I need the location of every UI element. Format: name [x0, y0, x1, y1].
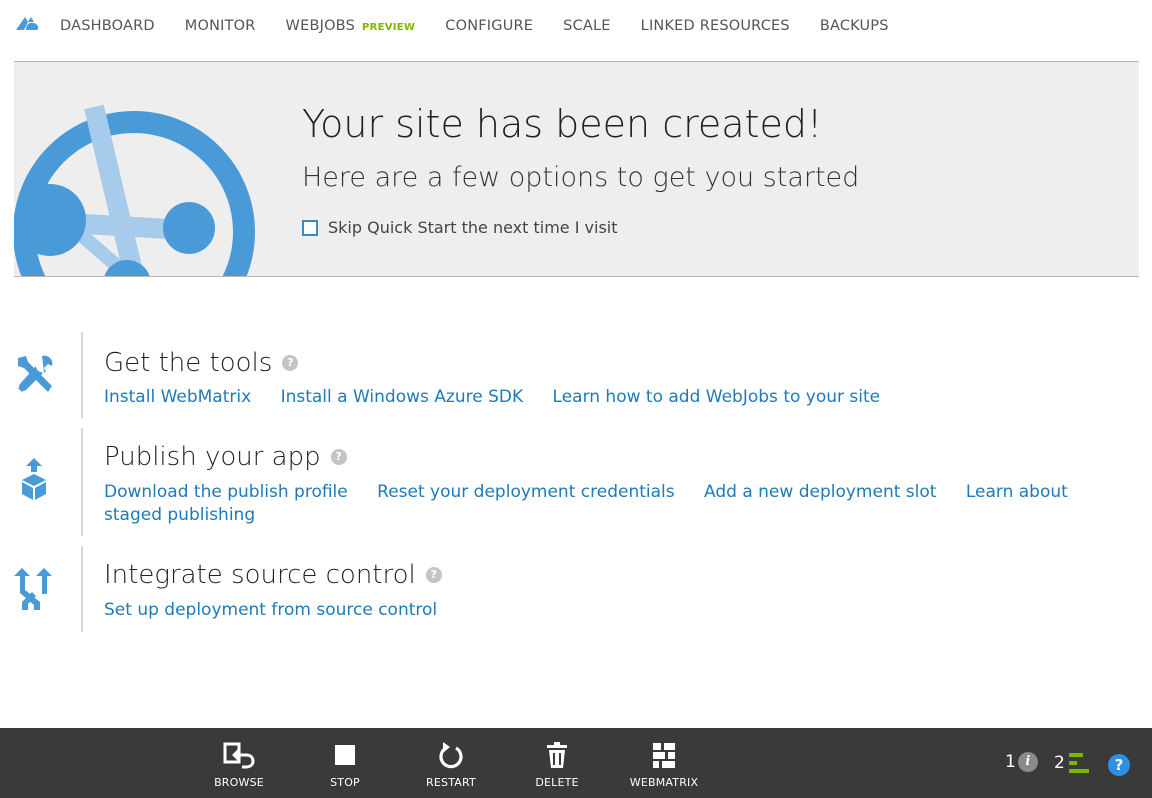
browse-button[interactable]: BROWSE [199, 728, 279, 798]
tab-scale[interactable]: SCALE [563, 18, 611, 34]
quickstart-banner: Your site has been created! Here are a f… [14, 62, 1139, 277]
source-control-icon [14, 568, 52, 610]
help-icon[interactable]: ? [330, 449, 347, 465]
help-icon[interactable]: ? [282, 355, 299, 371]
top-navigation: DASHBOARD MONITOR WEBJOBS PREVIEW CONFIG… [0, 0, 1152, 52]
info-notifications[interactable]: 1 i [1005, 752, 1038, 772]
section-publish-app: Publish your app ? Download the publish … [0, 428, 1100, 536]
banner-subtitle: Here are a few options to get you starte… [302, 162, 860, 193]
webmatrix-icon [653, 743, 675, 768]
nav-tabs: DASHBOARD MONITOR WEBJOBS PREVIEW CONFIG… [60, 0, 919, 52]
banner-title: Your site has been created! [302, 102, 823, 146]
section-links: Set up deployment from source control [104, 599, 1084, 622]
link-add-webjobs[interactable]: Learn how to add WebJobs to your site [553, 387, 881, 407]
section-divider [81, 332, 83, 418]
stop-button[interactable]: STOP [305, 728, 385, 798]
link-reset-credentials[interactable]: Reset your deployment credentials [377, 482, 674, 502]
tab-monitor[interactable]: MONITOR [185, 18, 256, 34]
section-links: Download the publish profile Reset your … [104, 481, 1084, 527]
section-links: Install WebMatrix Install a Windows Azur… [104, 386, 1084, 409]
tools-icon [18, 355, 53, 392]
help-icon: ? [1108, 754, 1130, 776]
tab-webjobs[interactable]: WEBJOBS PREVIEW [286, 18, 416, 34]
browse-label: BROWSE [214, 776, 264, 789]
delete-button[interactable]: DELETE [517, 728, 597, 798]
trash-icon [547, 742, 567, 768]
link-install-webmatrix[interactable]: Install WebMatrix [104, 387, 251, 407]
help-icon[interactable]: ? [425, 567, 442, 583]
info-count: 1 [1005, 752, 1016, 772]
skip-quickstart-option[interactable]: Skip Quick Start the next time I visit [302, 218, 618, 237]
section-divider [81, 428, 83, 536]
restart-icon [439, 742, 463, 769]
website-globe-icon [14, 104, 255, 276]
section-get-tools: Get the tools ? Install WebMatrix Instal… [0, 332, 1100, 418]
link-setup-source-control[interactable]: Set up deployment from source control [104, 600, 437, 620]
stop-label: STOP [330, 776, 360, 789]
link-add-deployment-slot[interactable]: Add a new deployment slot [704, 482, 936, 502]
webmatrix-button[interactable]: WEBMATRIX [624, 728, 704, 798]
help-button[interactable]: ? [1108, 754, 1130, 776]
section-title: Integrate source control [104, 560, 416, 590]
progress-bars-icon [1068, 753, 1089, 773]
webmatrix-label: WEBMATRIX [629, 776, 699, 789]
skip-quickstart-checkbox[interactable] [302, 219, 318, 236]
progress-count: 2 [1054, 753, 1065, 773]
command-bar: BROWSE STOP RESTART DELETE WEBMATRIX 1 i… [0, 728, 1152, 798]
delete-label: DELETE [535, 776, 579, 789]
section-title: Get the tools [104, 348, 273, 378]
restart-label: RESTART [426, 776, 476, 789]
link-download-publish-profile[interactable]: Download the publish profile [104, 482, 348, 502]
tab-dashboard[interactable]: DASHBOARD [60, 18, 155, 34]
tab-configure[interactable]: CONFIGURE [445, 18, 533, 34]
azure-cloud-icon[interactable] [14, 13, 40, 35]
progress-notifications[interactable]: 2 [1054, 752, 1091, 774]
section-divider [81, 546, 83, 632]
stop-icon [335, 745, 355, 765]
publish-box-icon [22, 458, 46, 500]
tab-linked-resources[interactable]: LINKED RESOURCES [641, 18, 790, 34]
info-icon: i [1017, 752, 1038, 772]
browse-icon [223, 742, 255, 769]
preview-badge: PREVIEW [361, 22, 416, 33]
restart-button[interactable]: RESTART [411, 728, 491, 798]
tab-backups[interactable]: BACKUPS [820, 18, 889, 34]
link-install-azure-sdk[interactable]: Install a Windows Azure SDK [281, 387, 524, 407]
section-title: Publish your app [104, 442, 321, 472]
skip-quickstart-label: Skip Quick Start the next time I visit [328, 218, 618, 237]
section-source-control: Integrate source control ? Set up deploy… [0, 546, 1100, 632]
